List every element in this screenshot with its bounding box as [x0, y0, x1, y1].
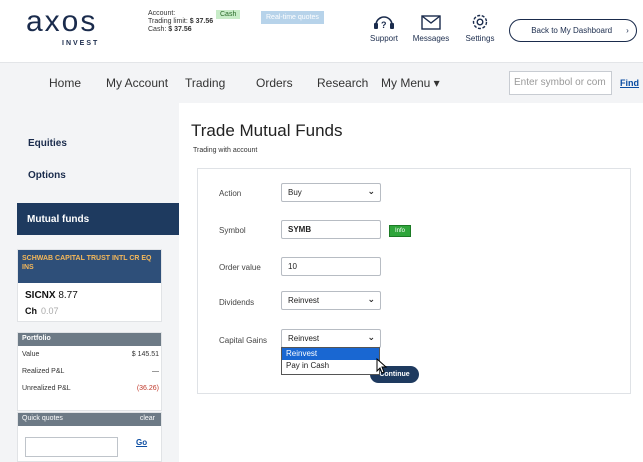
header: axos INVEST Account: Trading limit: $ 37…	[0, 0, 643, 62]
dividends-select[interactable]: Reinvest ⌄	[281, 291, 381, 310]
chevron-down-icon: ⌄	[367, 294, 375, 304]
quick-quotes-clear[interactable]: clear	[140, 415, 155, 422]
quote-name[interactable]: SCHWAB CAPITAL TRUST INTL CR EQ INS	[18, 250, 161, 283]
nav-my-menu[interactable]: My Menu ▾	[381, 76, 440, 90]
trade-form: Action Buy ⌄ Symbol SYMB Info Order value…	[197, 168, 631, 394]
nav-my-account[interactable]: My Account	[106, 76, 168, 90]
action-label: Action	[219, 189, 242, 198]
capital-gains-dropdown[interactable]: Reinvest Pay in Cash	[281, 347, 380, 375]
svg-text:?: ?	[381, 20, 387, 30]
portfolio-label: Unrealized P&L	[22, 385, 71, 392]
messages-label: Messages	[412, 34, 450, 43]
quote-change-label: Ch	[25, 306, 37, 316]
trading-limit-label: Trading limit:	[148, 18, 188, 25]
nav-research[interactable]: Research	[317, 76, 368, 90]
quote-change-value: 0.07	[41, 306, 59, 316]
support-label: Support	[369, 34, 399, 43]
nav-home[interactable]: Home	[49, 76, 81, 90]
quote-symbol-row: SICNX 8.77	[25, 290, 78, 301]
settings-button[interactable]: Settings	[460, 12, 500, 43]
dropdown-option-reinvest[interactable]: Reinvest	[282, 348, 379, 360]
portfolio-label: Realized P&L	[22, 368, 65, 375]
info-button[interactable]: Info	[389, 225, 411, 237]
quick-quotes-input[interactable]	[25, 437, 118, 457]
support-icon: ?	[374, 16, 394, 30]
action-value: Buy	[288, 188, 302, 197]
gear-icon	[472, 14, 488, 30]
axos-invest-logo[interactable]: axos INVEST	[26, 5, 122, 49]
account-summary: Account: Trading limit: $ 37.56 Cash: $ …	[148, 10, 213, 34]
portfolio-row-realized: Realized P&L —	[22, 368, 159, 375]
quote-change-row: Ch 0.07	[25, 306, 59, 316]
capital-gains-label: Capital Gains	[219, 336, 268, 345]
envelope-icon	[421, 15, 441, 30]
quick-quotes-go-link[interactable]: Go	[136, 438, 147, 447]
portfolio-panel: Portfolio Value $ 145.51 Realized P&L — Un…	[17, 332, 162, 411]
cash-value: $ 37.56	[168, 26, 192, 33]
back-to-dashboard-label: Back to My Dashboard	[531, 26, 613, 35]
dividends-label: Dividends	[219, 298, 255, 307]
svg-text:INVEST: INVEST	[62, 40, 99, 47]
mouse-cursor-icon	[376, 358, 388, 374]
portfolio-value: (36.26)	[136, 385, 159, 392]
sidebar-item-equities[interactable]: Equities	[28, 138, 67, 149]
chevron-down-icon: ⌄	[367, 332, 375, 342]
symbol-label: Symbol	[219, 226, 246, 235]
chevron-down-icon: ⌄	[367, 186, 375, 196]
cash-label: Cash:	[148, 26, 167, 33]
page-subtitle: Trading with account	[193, 147, 258, 154]
portfolio-title: Portfolio	[18, 333, 161, 346]
back-to-dashboard-button[interactable]: Back to My Dashboard ›	[509, 19, 637, 42]
nav-trading[interactable]: Trading	[185, 76, 225, 90]
support-button[interactable]: ? Support	[368, 12, 400, 43]
messages-button[interactable]: Messages	[410, 12, 452, 43]
symbol-search-input[interactable]: Enter symbol or com	[509, 71, 612, 95]
account-label: Account:	[148, 10, 176, 17]
find-link[interactable]: Find	[620, 78, 639, 88]
chevron-right-icon: ›	[626, 26, 629, 35]
quick-quotes-header: Quick quotes clear	[18, 413, 161, 426]
page-title: Trade Mutual Funds	[191, 121, 343, 140]
sidebar-item-mutual-funds[interactable]: Mutual funds	[17, 203, 179, 235]
order-value-label: Order value	[219, 263, 261, 272]
symbol-input[interactable]: SYMB	[281, 220, 381, 239]
portfolio-row-value: Value $ 145.51	[22, 351, 159, 358]
quick-quotes-title: Quick quotes	[22, 415, 63, 422]
order-value-input[interactable]: 10	[281, 257, 381, 276]
cash-badge: Cash	[216, 10, 241, 19]
quote-symbol: SICNX	[25, 290, 56, 301]
trading-limit-value: $ 37.56	[189, 18, 214, 25]
action-select[interactable]: Buy ⌄	[281, 183, 381, 202]
dropdown-option-pay-in-cash[interactable]: Pay in Cash	[282, 360, 379, 372]
realtime-quotes-badge[interactable]: Real-time quotes	[261, 11, 324, 24]
sidebar-item-options[interactable]: Options	[28, 170, 66, 181]
quick-quotes-panel: Quick quotes clear Go	[17, 412, 162, 462]
portfolio-value: —	[152, 368, 159, 375]
portfolio-label: Value	[22, 351, 40, 358]
quote-card: SCHWAB CAPITAL TRUST INTL CR EQ INS SICN…	[17, 249, 162, 322]
settings-label: Settings	[465, 34, 495, 43]
dividends-value: Reinvest	[288, 296, 320, 305]
main-nav: Home My Account Trading Orders Research …	[0, 62, 643, 103]
nav-orders[interactable]: Orders	[256, 76, 293, 90]
portfolio-row-unrealized: Unrealized P&L (36.26)	[22, 385, 159, 392]
svg-text:axos: axos	[26, 5, 97, 38]
capital-gains-select[interactable]: Reinvest ⌄	[281, 329, 381, 348]
portfolio-value: $ 145.51	[131, 351, 159, 358]
quote-price: 8.77	[58, 290, 78, 301]
capital-gains-value: Reinvest	[288, 334, 320, 343]
